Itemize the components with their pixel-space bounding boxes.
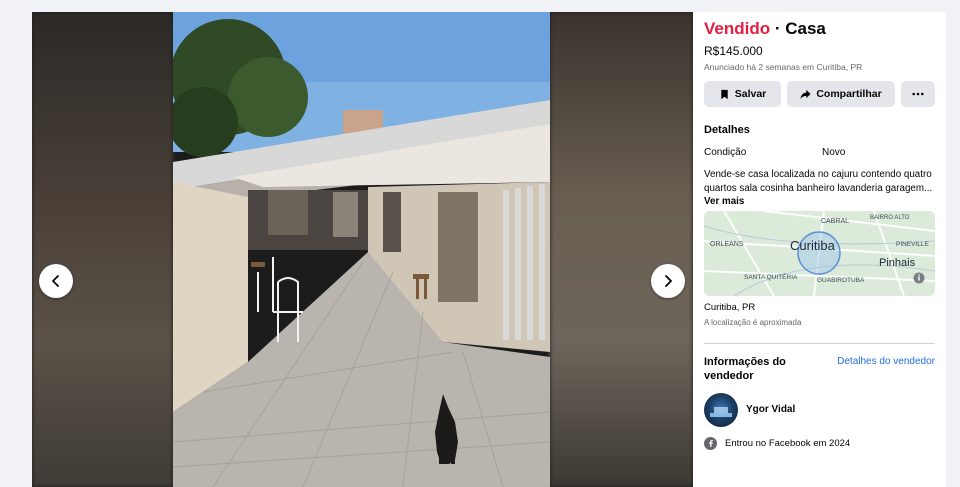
listing-info-panel: Vendido · Casa R$145.000 Anunciado há 2 … — [693, 12, 946, 487]
more-options-button[interactable] — [901, 81, 935, 107]
share-button[interactable]: Compartilhar — [787, 81, 895, 107]
condition-row: Condição Novo — [704, 146, 935, 159]
listing-title: Vendido · Casa — [704, 18, 935, 40]
map-label-pinhais: Pinhais — [879, 257, 916, 269]
share-button-label: Compartilhar — [816, 88, 882, 100]
info-icon[interactable] — [913, 272, 925, 283]
location-note: A localização é aproximada — [704, 317, 802, 327]
photo-viewer — [32, 12, 693, 487]
map-label-guabirotuba: GUABIROTUBA — [817, 277, 865, 284]
section-divider — [704, 342, 935, 344]
previous-photo-button[interactable] — [39, 264, 73, 298]
listing-description: Vende-se casa localizada no cajuru conte… — [704, 168, 935, 209]
condition-label: Condição — [704, 147, 747, 158]
joined-row: Entrou no Facebook em 2024 — [704, 436, 935, 450]
location-map[interactable]: CABRAL BAIRRO ALTO ORLEANS Curitiba PINE… — [704, 210, 935, 296]
seller-header: Informações do vendedor Detalhes do vend… — [704, 355, 935, 383]
facebook-icon — [704, 436, 717, 450]
map-label-pineville: PINEVILLE — [896, 241, 930, 248]
map-label-orleans: ORLEANS — [710, 241, 744, 248]
seller-row: Ygor Vidal — [704, 392, 935, 427]
listing-category: Casa — [785, 19, 826, 38]
joined-text: Entrou no Facebook em 2024 — [725, 437, 851, 449]
map-label-cabral: CABRAL — [821, 218, 849, 225]
listing-photo — [173, 12, 550, 487]
save-button[interactable]: Salvar — [704, 81, 781, 107]
seller-details-link[interactable]: Detalhes do vendedor — [837, 355, 935, 383]
photo-blur-left — [32, 12, 173, 487]
chevron-left-icon — [52, 275, 59, 287]
marketplace-listing: Vendido · Casa R$145.000 Anunciado há 2 … — [0, 0, 960, 487]
map-label-curitiba: Curitiba — [790, 238, 836, 253]
condition-value: Novo — [822, 147, 846, 158]
title-separator: · — [770, 19, 786, 38]
location-city: Curitiba, PR — [704, 301, 756, 313]
chevron-right-icon — [665, 275, 672, 287]
details-heading: Detalhes — [704, 124, 750, 136]
map-label-santa-quiteria: SANTA QUITÉRIA — [744, 272, 798, 281]
seller-heading: Informações do vendedor — [704, 355, 786, 382]
next-photo-button[interactable] — [651, 264, 685, 298]
sold-status: Vendido — [704, 19, 771, 38]
seller-avatar[interactable] — [704, 392, 738, 427]
map-label-bairro-alto: BAIRRO ALTO — [870, 215, 910, 221]
description-text: Vende-se casa localizada no cajuru conte… — [704, 169, 933, 194]
see-more-link[interactable]: Ver mais — [704, 196, 744, 207]
more-dots-icon — [912, 92, 924, 96]
seller-name[interactable]: Ygor Vidal — [746, 404, 795, 415]
action-bar: Salvar Compartilhar — [704, 81, 935, 107]
listed-info[interactable]: Anunciado há 2 semanas em Curitiba, PR — [704, 62, 935, 73]
listing-price: R$145.000 — [704, 44, 763, 58]
share-arrow-icon — [800, 89, 811, 99]
photo-blur-right — [550, 12, 693, 487]
bookmark-icon — [721, 89, 728, 99]
save-button-label: Salvar — [734, 88, 767, 100]
